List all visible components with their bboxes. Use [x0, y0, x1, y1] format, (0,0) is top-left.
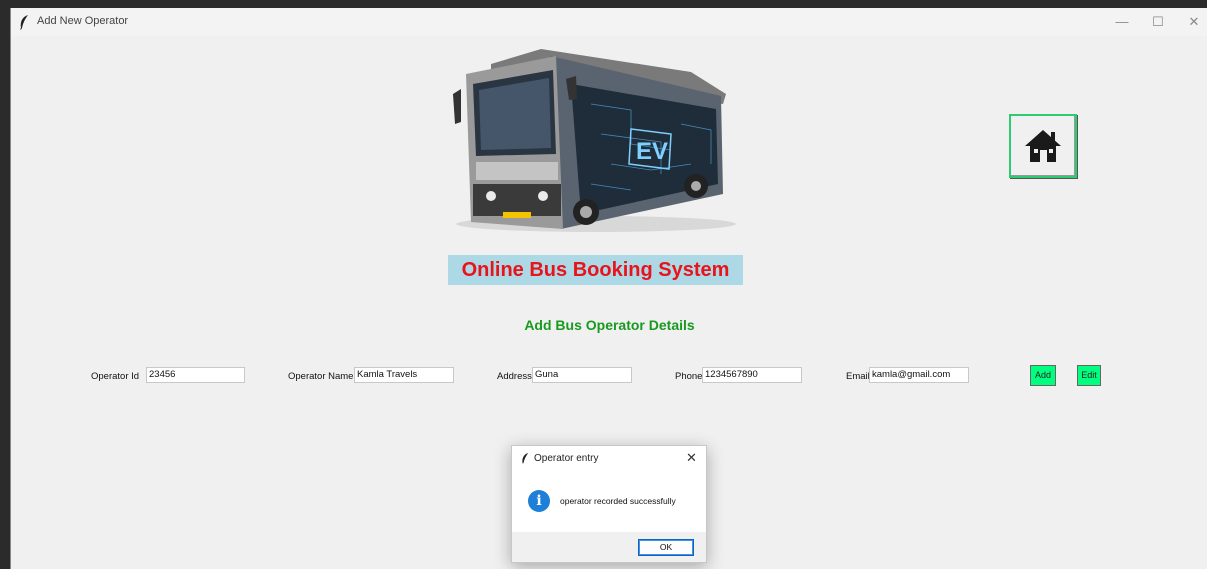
app-window: Add New Operator — ☐ ✕ EV Online Bus Boo…	[10, 8, 1207, 569]
phone-input[interactable]: 1234567890	[702, 367, 802, 383]
desktop-background	[0, 0, 10, 569]
dialog-message: operator recorded successfully	[560, 496, 676, 506]
window-title: Add New Operator	[37, 15, 129, 27]
home-button[interactable]	[1009, 114, 1077, 178]
feather-icon	[522, 452, 529, 464]
maximize-button[interactable]: ☐	[1143, 12, 1173, 32]
operator-id-label: Operator Id	[91, 371, 140, 382]
add-button[interactable]: Add	[1030, 365, 1056, 386]
bus-image: EV	[453, 49, 736, 232]
email-label: Email	[846, 371, 870, 382]
dialog-footer: OK	[512, 532, 706, 562]
address-input[interactable]: Guna	[532, 367, 632, 383]
title-bar[interactable]: Add New Operator — ☐ ✕	[11, 8, 1207, 36]
bus-ev-badge: EV	[636, 138, 668, 165]
close-window-button[interactable]: ✕	[1179, 12, 1207, 32]
edit-button[interactable]: Edit	[1077, 365, 1101, 386]
home-icon	[1025, 130, 1061, 162]
dialog-close-button[interactable]: ✕	[686, 450, 697, 466]
app-title: Online Bus Booking System	[448, 255, 743, 285]
operator-entry-dialog: Operator entry ✕ i operator recorded suc…	[511, 445, 707, 563]
info-icon: i	[528, 490, 550, 512]
dialog-title: Operator entry	[534, 453, 599, 464]
email-input[interactable]: kamla@gmail.com	[869, 367, 969, 383]
operator-name-label: Operator Name	[288, 371, 354, 382]
operator-name-input[interactable]: Kamla Travels	[354, 367, 454, 383]
ok-button[interactable]: OK	[638, 539, 694, 556]
section-title: Add Bus Operator Details	[524, 317, 695, 333]
address-label: Address	[497, 371, 532, 382]
phone-label: Phone	[675, 371, 703, 382]
main-content: EV Online Bus Booking System Add Bus Ope…	[11, 36, 1207, 569]
feather-icon	[20, 15, 28, 30]
minimize-button[interactable]: —	[1107, 12, 1137, 32]
operator-id-input[interactable]: 23456	[146, 367, 245, 383]
